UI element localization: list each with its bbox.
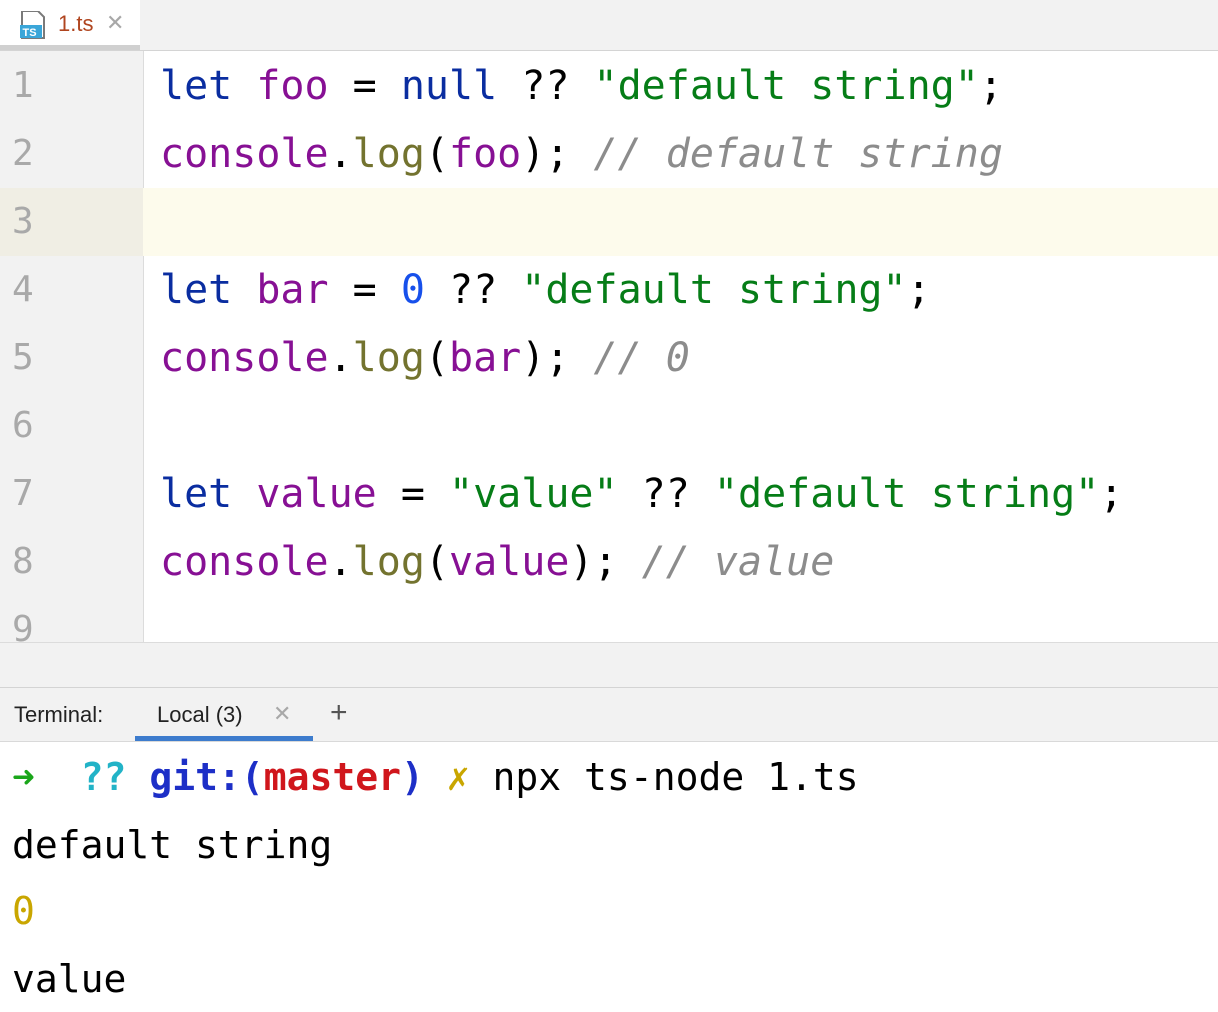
code-line[interactable]: let value = "value" ?? "default string"; (160, 460, 1123, 528)
line-number: 8 (12, 541, 34, 582)
code-token: . (328, 335, 353, 381)
line-number: 9 (12, 609, 34, 642)
code-token: . (328, 539, 353, 585)
code-token: null (400, 63, 498, 109)
code-token: "default string" (713, 471, 1100, 517)
terminal-title: Terminal: (14, 702, 104, 727)
code-token: "value" (449, 471, 618, 517)
code-token: ?? (617, 471, 714, 517)
code-token: log (352, 539, 425, 585)
close-icon[interactable]: ✕ (106, 10, 124, 36)
code-token: value (256, 471, 377, 517)
code-token: console (160, 539, 329, 585)
code-token: "default string" (593, 63, 979, 109)
code-token: // value (641, 539, 835, 585)
code-token: = (376, 471, 450, 517)
code-line[interactable]: let foo = null ?? "default string"; (160, 52, 1003, 120)
active-tab-indicator (135, 736, 313, 741)
prompt-arrow-icon: ➜ (12, 755, 35, 799)
prompt-directory: ?? (80, 755, 127, 799)
code-token: . (328, 131, 353, 177)
code-token: // 0 (593, 335, 690, 381)
git-prefix: git:( (149, 755, 264, 799)
code-token: // default string (593, 131, 1003, 177)
add-terminal-plus-icon[interactable]: + (330, 696, 348, 730)
code-token: console (160, 131, 329, 177)
line-number: 2 (12, 133, 34, 174)
code-token: value (449, 539, 570, 585)
code-editor[interactable]: 1 let foo = null ?? "default string"; 2 con… (0, 51, 1218, 642)
line-number: 4 (12, 269, 34, 310)
code-token: = (328, 63, 401, 109)
typescript-file-icon: TS (20, 11, 45, 39)
git-branch: master (263, 755, 401, 799)
svg-text:TS: TS (23, 27, 37, 39)
line-number: 1 (12, 65, 34, 106)
code-line[interactable]: console.log(value); // value (160, 528, 834, 596)
editor-tab-bar: TS 1.ts ✕ (0, 0, 1218, 51)
code-token: 0 (400, 267, 425, 313)
close-icon[interactable]: ✕ (273, 701, 291, 727)
current-line-highlight (0, 188, 1218, 256)
terminal-tab-local-3[interactable]: Local (3) ✕ (135, 688, 313, 741)
dirty-mark-icon: ✗ (446, 755, 470, 799)
terminal-output-line: value (12, 957, 127, 1001)
line-number: 7 (12, 473, 34, 514)
line-number: 6 (12, 405, 34, 446)
code-token: ( (424, 539, 450, 585)
tab-filename: 1.ts (58, 11, 94, 36)
code-line[interactable]: let bar = 0 ?? "default string"; (160, 256, 931, 324)
code-token: bar (256, 267, 329, 313)
panel-divider[interactable] (0, 642, 1218, 688)
code-token: ; (906, 267, 931, 313)
code-token: ; (978, 63, 1003, 109)
line-number: 5 (12, 337, 34, 378)
terminal-prompt-line: ➜ ?? git:(master) ✗ npx ts-node 1.ts (12, 744, 859, 810)
line-number: 3 (12, 201, 34, 242)
terminal-command: npx ts-node 1.ts (492, 755, 859, 799)
code-token: bar (449, 335, 522, 381)
editor-tab-1ts[interactable]: TS 1.ts ✕ (0, 0, 140, 50)
code-token: ( (424, 131, 450, 177)
terminal-output-line: 0 (12, 889, 35, 933)
terminal-tab-label: Local (3) (157, 702, 243, 727)
code-token: let (160, 471, 233, 517)
terminal-output[interactable]: ➜ ?? git:(master) ✗ npx ts-node 1.ts def… (0, 742, 1218, 1008)
code-token: ?? (424, 267, 522, 313)
code-token: ?? (497, 63, 594, 109)
active-tab-indicator (0, 45, 140, 50)
code-token: log (352, 335, 425, 381)
code-token: let (160, 267, 233, 313)
terminal-output-line: default string (12, 823, 333, 867)
code-token: let (160, 63, 233, 109)
code-line[interactable]: console.log(bar); // 0 (160, 324, 690, 392)
code-token: ( (424, 335, 450, 381)
code-token: ); (521, 335, 594, 381)
code-token: = (328, 267, 401, 313)
git-suffix: ) (400, 755, 424, 799)
code-token: ; (1099, 471, 1124, 517)
code-token: ); (521, 131, 594, 177)
code-line[interactable]: console.log(foo); // default string (160, 120, 1003, 188)
code-token: foo (449, 131, 522, 177)
code-token: foo (256, 63, 329, 109)
code-token: console (160, 335, 329, 381)
code-token: "default string" (521, 267, 907, 313)
code-token: ); (569, 539, 642, 585)
code-token: log (352, 131, 425, 177)
terminal-tab-bar: Terminal: Local (3) ✕ + (0, 688, 1218, 742)
